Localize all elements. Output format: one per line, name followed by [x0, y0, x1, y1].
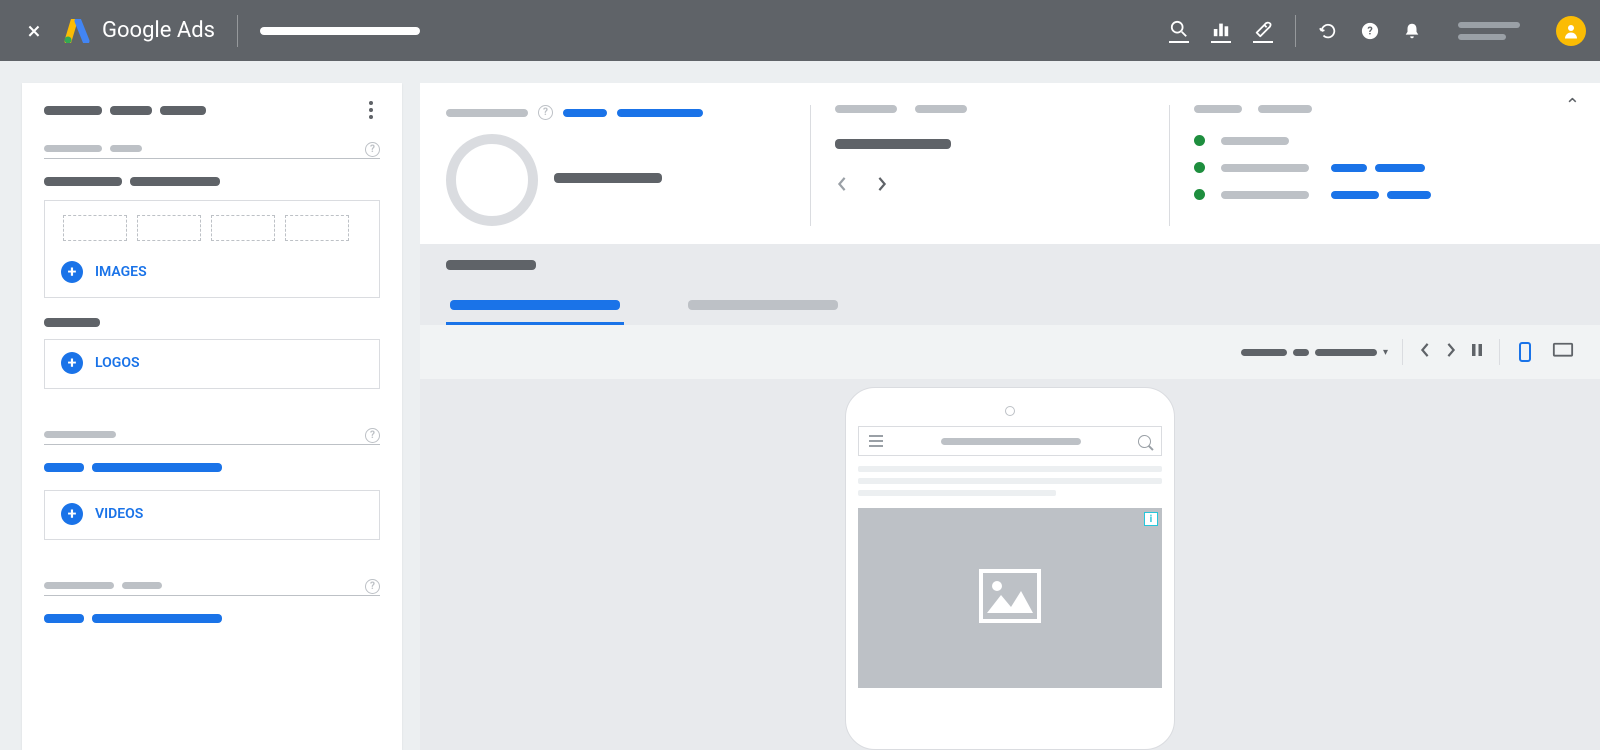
field-input[interactable]: ?: [44, 431, 380, 445]
summary-panel: ⌃ ?: [420, 83, 1600, 244]
suggestion-block: [835, 105, 1145, 226]
header-tools: [1169, 19, 1273, 43]
suggestion-text: [835, 139, 951, 149]
help-icon[interactable]: ?: [365, 428, 380, 443]
image-slot[interactable]: [63, 215, 127, 241]
close-button[interactable]: ×: [14, 17, 54, 45]
image-slot[interactable]: [285, 215, 349, 241]
section-heading: [44, 177, 380, 186]
campaign-name-placeholder: [260, 27, 420, 35]
link-text[interactable]: [44, 614, 380, 623]
reports-icon[interactable]: [1211, 19, 1231, 43]
preview-header: [420, 244, 1600, 325]
image-thumbnails: [45, 201, 379, 249]
prev-suggestion-button[interactable]: [835, 177, 855, 195]
header-utils: ?: [1318, 16, 1586, 46]
separator: [1169, 105, 1170, 226]
ad-strength-ring: [446, 134, 538, 226]
account-switcher[interactable]: [1444, 22, 1534, 40]
svg-text:?: ?: [1367, 24, 1372, 37]
checklist-item: [1194, 189, 1544, 200]
phone-speaker-icon: [1005, 406, 1015, 416]
search-icon: [1138, 435, 1151, 448]
help-icon[interactable]: ?: [538, 105, 553, 120]
link-placeholder[interactable]: [563, 109, 607, 117]
ad-strength-block: ?: [446, 105, 786, 226]
google-ads-logo-icon: [64, 19, 90, 43]
user-avatar[interactable]: [1556, 16, 1586, 46]
app-logo[interactable]: Google Ads: [64, 18, 215, 43]
image-placeholder-icon: [979, 569, 1041, 623]
device-desktop-button[interactable]: [1552, 341, 1574, 363]
checklist-item: [1194, 162, 1544, 173]
preview-next-button[interactable]: [1443, 341, 1459, 363]
add-logos-button[interactable]: + LOGOS: [44, 339, 380, 389]
separator: [1295, 15, 1296, 47]
help-icon[interactable]: ?: [1360, 21, 1380, 41]
refresh-icon[interactable]: [1318, 21, 1338, 41]
strength-label: [554, 173, 662, 183]
search-icon[interactable]: [1169, 19, 1189, 43]
preview-pause-button[interactable]: [1469, 341, 1485, 363]
app-header: × Google Ads ?: [0, 0, 1600, 61]
label-placeholder: [446, 109, 528, 117]
device-mobile-button[interactable]: [1514, 341, 1536, 363]
notifications-icon[interactable]: [1402, 21, 1422, 41]
field-input[interactable]: ?: [44, 582, 380, 596]
text-line-placeholder: [858, 466, 1162, 472]
separator: [237, 15, 238, 47]
collapse-button[interactable]: ⌃: [1565, 95, 1580, 116]
ad-assets-panel: ? + IMAGES + LOGOS: [22, 83, 402, 750]
section-heading: [44, 318, 380, 327]
image-slot[interactable]: [211, 215, 275, 241]
field-final-url[interactable]: ?: [44, 145, 380, 159]
images-box: + IMAGES: [44, 200, 380, 298]
hamburger-icon: [869, 435, 883, 447]
plus-icon: +: [61, 261, 83, 283]
preview-tab-1[interactable]: [446, 288, 624, 325]
link-text[interactable]: [44, 463, 380, 472]
help-icon[interactable]: ?: [365, 579, 380, 594]
preview-toolbar: ▾: [420, 325, 1600, 379]
preview-column: ⌃ ?: [420, 83, 1600, 750]
text-line-placeholder: [858, 490, 1056, 496]
mock-search-bar: [858, 426, 1162, 456]
preview-label: [446, 260, 536, 270]
preview-tab-2[interactable]: [684, 288, 842, 325]
separator: [1402, 339, 1403, 365]
separator: [1499, 339, 1500, 365]
preview-tabs: [446, 288, 1574, 325]
image-slot[interactable]: [137, 215, 201, 241]
checklist-block: [1194, 105, 1574, 226]
link-placeholder[interactable]: [617, 109, 703, 117]
panel-menu-button[interactable]: [362, 101, 380, 119]
plus-icon: +: [61, 352, 83, 374]
ad-preview-image: i: [858, 508, 1162, 688]
separator: [810, 105, 811, 226]
preview-prev-button[interactable]: [1417, 341, 1433, 363]
status-dot-icon: [1194, 135, 1205, 146]
next-suggestion-button[interactable]: [875, 177, 895, 195]
add-images-button[interactable]: + IMAGES: [45, 249, 379, 297]
ad-info-icon[interactable]: i: [1144, 512, 1158, 526]
placement-dropdown[interactable]: ▾: [1241, 347, 1388, 358]
text-line-placeholder: [858, 478, 1162, 484]
preview-stage: i: [420, 379, 1600, 750]
phone-frame: i: [845, 387, 1175, 750]
panel-title: [44, 106, 206, 115]
chevron-down-icon: ▾: [1383, 347, 1388, 358]
help-icon[interactable]: ?: [365, 142, 380, 157]
app-title: Google Ads: [102, 18, 215, 43]
checklist-item: [1194, 135, 1544, 146]
tools-icon[interactable]: [1253, 19, 1273, 43]
status-dot-icon: [1194, 189, 1205, 200]
status-dot-icon: [1194, 162, 1205, 173]
plus-icon: +: [61, 503, 83, 525]
add-videos-button[interactable]: + VIDEOS: [44, 490, 380, 540]
